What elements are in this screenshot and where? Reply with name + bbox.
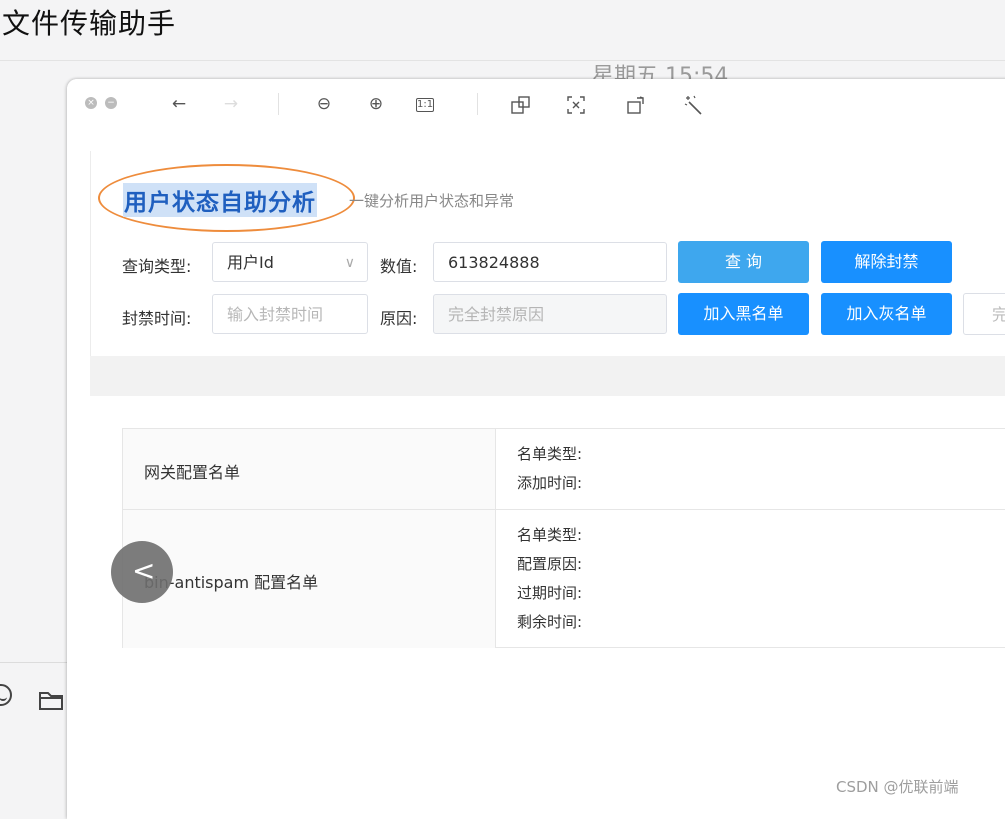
forward-arrow-icon[interactable]: →	[218, 91, 244, 117]
rotate-icon[interactable]	[625, 94, 647, 116]
chat-title: 文件传输助手	[2, 7, 177, 40]
toolbar-separator	[477, 93, 478, 115]
add-graylist-button[interactable]: 加入灰名单	[821, 293, 952, 335]
row-name: 网关配置名单	[144, 463, 241, 482]
row-fields: 名单类型: 添加时间:	[517, 440, 582, 498]
page-subtitle: 一键分析用户状态和异常	[349, 192, 515, 210]
ban-time-input[interactable]: 输入封禁时间	[212, 294, 368, 334]
value-input[interactable]: 613824888	[433, 242, 667, 282]
query-type-select[interactable]: 用户Id ∨	[212, 242, 368, 282]
previous-image-button[interactable]: <	[111, 541, 173, 603]
card-gap	[90, 356, 1005, 396]
result-table: 网关配置名单 名单类型: 添加时间: bin-antispam 配置名单 名单类…	[122, 428, 1005, 648]
chevron-left-icon: <	[132, 554, 156, 587]
emoji-icon[interactable]	[0, 684, 12, 706]
zoom-out-icon[interactable]: ⊖	[311, 91, 337, 117]
query-type-value: 用户Id	[227, 253, 274, 272]
magic-wand-icon[interactable]	[683, 94, 705, 116]
viewer-toolbar: × − ← → ⊖ ⊕ 1:1	[67, 79, 1005, 129]
zoom-in-icon[interactable]: ⊕	[363, 91, 389, 117]
reason-input[interactable]: 完全封禁原因	[433, 294, 667, 334]
field-label: 配置原因:	[517, 555, 583, 573]
complete-button[interactable]: 完	[963, 293, 1005, 335]
field-label: 剩余时间:	[517, 613, 583, 631]
back-arrow-icon[interactable]: ←	[166, 91, 192, 117]
chevron-down-icon: ∨	[344, 255, 355, 271]
add-blacklist-button[interactable]: 加入黑名单	[678, 293, 809, 335]
row-fields: 名单类型: 配置原因: 过期时间: 剩余时间:	[517, 521, 582, 637]
field-label: 过期时间:	[517, 584, 583, 602]
page-title: 用户状态自助分析	[123, 183, 317, 217]
reason-label: 原因:	[380, 309, 418, 328]
crop-icon[interactable]	[510, 94, 532, 116]
field-label: 名单类型:	[517, 526, 583, 544]
value-label: 数值:	[380, 257, 418, 276]
field-label: 名单类型:	[517, 445, 583, 463]
close-window-button[interactable]: ×	[85, 97, 97, 109]
query-type-label: 查询类型:	[122, 257, 192, 276]
ocr-icon[interactable]	[565, 94, 587, 116]
query-button[interactable]: 查 询	[678, 241, 809, 283]
unban-button[interactable]: 解除封禁	[821, 241, 952, 283]
watermark: CSDN @优联前端	[836, 778, 959, 796]
table-row-name-cell: bin-antispam 配置名单	[123, 510, 496, 648]
toolbar-separator	[278, 93, 279, 115]
input-divider	[0, 662, 70, 663]
image-viewer-window: × − ← → ⊖ ⊕ 1:1 用户状态自助分析 一键分析用户状态和异常 查询类…	[67, 79, 1005, 819]
header-divider	[0, 60, 1005, 61]
actual-size-icon[interactable]: 1:1	[416, 98, 434, 112]
ban-time-label: 封禁时间:	[122, 309, 192, 328]
field-label: 添加时间:	[517, 474, 583, 492]
minimize-window-button[interactable]: −	[105, 97, 117, 109]
folder-icon[interactable]	[38, 689, 64, 711]
table-row-name-cell: 网关配置名单	[123, 429, 496, 509]
